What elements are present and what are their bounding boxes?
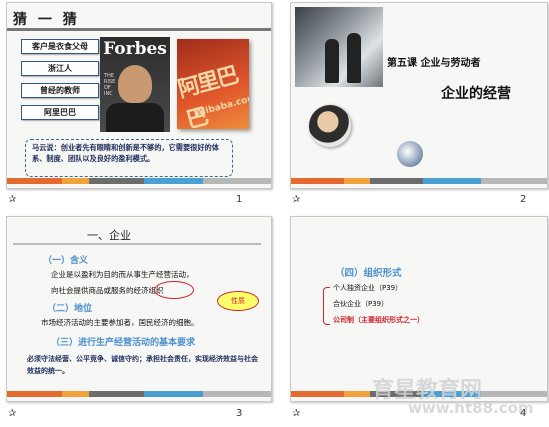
- watermark-url: www.ht88.com: [408, 399, 534, 417]
- person-suit: [106, 103, 164, 132]
- course-label: 第五课 企业与劳动者: [387, 58, 481, 69]
- tag-zhejiang: 浙江人: [21, 61, 99, 76]
- slide-number: 2: [520, 194, 527, 205]
- slide-transition-icon[interactable]: ✰: [8, 194, 16, 205]
- alibaba-logo-image: 阿里巴巴 Alibaba.com: [177, 39, 249, 129]
- tag-customer: 客户是衣食父母: [21, 39, 99, 54]
- highlight-oval: [154, 281, 194, 299]
- definition-line-1: 企业是以盈利为目的而从事生产经营活动，: [51, 270, 194, 279]
- section-heading-requirements: （三）进行生产经营活动的基本要求: [51, 338, 196, 348]
- section-heading-organization: （四）组织形式: [335, 268, 402, 279]
- slide-number: 4: [520, 408, 527, 419]
- forbes-logo: Forbes: [103, 39, 167, 59]
- section-heading-definition: （一）含义: [43, 256, 89, 266]
- list-item: 公司制（主要组织形式之一）: [333, 316, 424, 324]
- business-people-photo: [295, 7, 383, 87]
- slide-number: 1: [236, 194, 243, 205]
- forbes-cover-text: THE RISE OF INC: [104, 73, 116, 97]
- forbes-cover-image: Forbes THE RISE OF INC: [100, 37, 170, 132]
- list-item: 个人独资企业（P39）: [333, 284, 403, 292]
- footer-stripes: [291, 178, 547, 184]
- status-text: 市场经济活动的主要参加者，国民经济的细胞。: [41, 318, 199, 327]
- slide-title: 一、企业: [87, 229, 131, 242]
- callout-bubble: 性质: [217, 291, 259, 311]
- businesswoman-photo: [309, 105, 351, 147]
- quote-box: 马云说：创业者先有眼睛和创新是不够的，它需要很好的体系、制度、团队以及良好的盈利…: [25, 139, 233, 177]
- slide-thumbnail-3[interactable]: 一、企业 （一）含义 企业是以盈利为目的而从事生产经营活动， 向社会提供商品或服…: [6, 216, 272, 402]
- person-face: [118, 65, 152, 103]
- slide-transition-icon[interactable]: ✰: [8, 408, 16, 419]
- section-heading-status: （二）地位: [47, 304, 93, 314]
- slide-thumbnail-2[interactable]: 第五课 企业与劳动者 企业的经营: [290, 2, 548, 189]
- slide-thumbnail-1[interactable]: 猜 一 猜 客户是衣食父母 浙江人 曾经的教师 阿里巴巴 Forbes THE …: [6, 2, 272, 189]
- person-silhouette: [347, 33, 361, 83]
- divider: [13, 243, 261, 245]
- divider: [7, 28, 271, 31]
- requirements-text: 必须守法经营、公平竞争、诚信守约；承担社会责任，实现经济效益与社会效益的统一。: [27, 355, 258, 375]
- definition-line-2: 向社会提供商品或服务的经济组织: [51, 286, 164, 295]
- tag-teacher: 曾经的教师: [21, 83, 99, 98]
- slide-transition-icon[interactable]: ✰: [292, 194, 300, 205]
- tag-alibaba: 阿里巴巴: [21, 105, 99, 120]
- alibaba-logo-text: 阿里巴巴: [177, 63, 240, 129]
- globe-photo: [397, 141, 423, 167]
- slide-number: 3: [236, 408, 243, 419]
- slide-transition-icon[interactable]: ✰: [292, 408, 300, 419]
- slide-title: 猜 一 猜: [13, 12, 80, 28]
- footer-stripes: [7, 178, 271, 184]
- person-silhouette: [325, 39, 339, 83]
- bracket: [323, 287, 330, 325]
- list-item: 合伙企业（P39）: [333, 300, 389, 308]
- footer-stripes: [7, 391, 271, 397]
- slide-title: 企业的经营: [441, 86, 511, 102]
